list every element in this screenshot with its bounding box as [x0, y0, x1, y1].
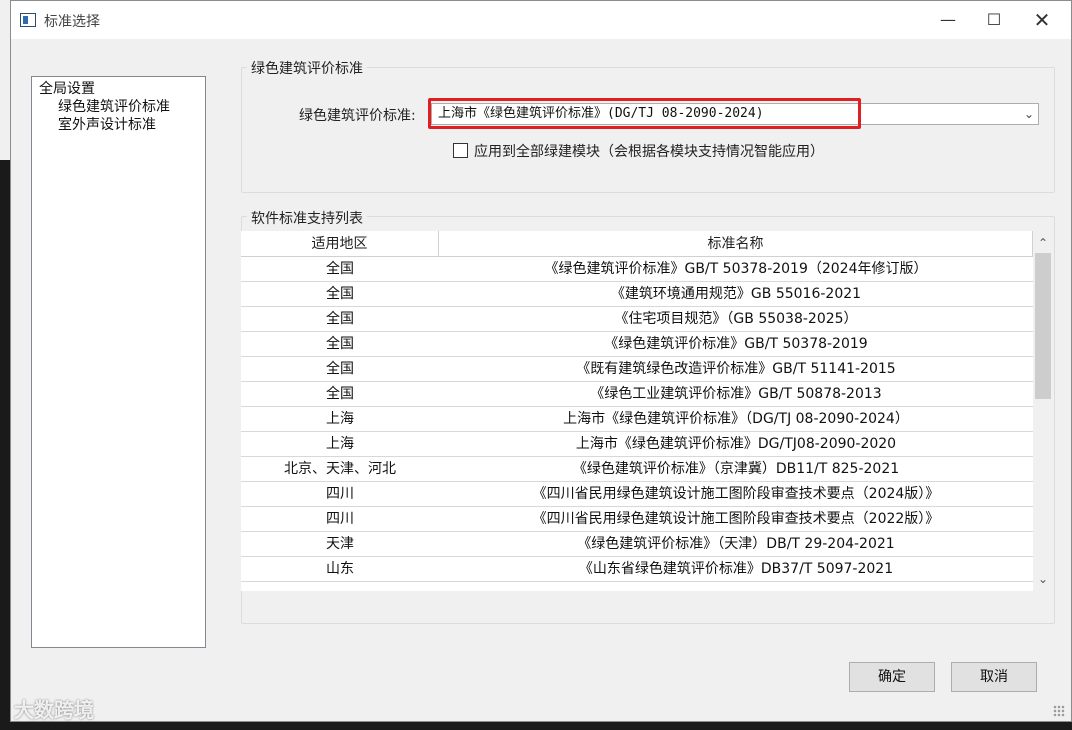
cell-standard-name: 《绿色工业建筑评价标准》GB/T 50878-2013: [590, 386, 882, 402]
maximize-button[interactable]: ☐: [971, 5, 1017, 35]
table-row[interactable]: 全国 《住宅项目规范》（GB 55038-2025）: [241, 307, 1033, 332]
table-row[interactable]: 全国 《绿色建筑评价标准》GB/T 50378-2019（2024年修订版）: [241, 257, 1033, 282]
cell-region: 北京、天津、河北: [284, 461, 396, 477]
scroll-thumb[interactable]: [1035, 253, 1051, 399]
cell-region: 上海: [326, 411, 354, 427]
cell-standard-name: 《建筑环境通用规范》GB 55016-2021: [610, 286, 862, 302]
settings-tree: 全局设置 绿色建筑评价标准 室外声设计标准: [31, 76, 206, 648]
table-row[interactable]: 山东 《山东省绿色建筑评价标准》DB37/T 5097-2021: [241, 557, 1033, 582]
tree-item-green-building-standard[interactable]: 绿色建筑评价标准: [58, 96, 170, 116]
table-row[interactable]: 全国 《既有建筑绿色改造评价标准》GB/T 51141-2015: [241, 357, 1033, 382]
chevron-down-icon[interactable]: ⌄: [1033, 569, 1053, 589]
vertical-scrollbar[interactable]: ⌃ ⌄: [1033, 231, 1053, 591]
table-row[interactable]: 全国 《绿色工业建筑评价标准》GB/T 50878-2013: [241, 382, 1033, 407]
cell-standard-name: 《住宅项目规范》（GB 55038-2025）: [614, 311, 858, 327]
cell-standard-name: 《绿色建筑评价标准》GB/T 50378-2019（2024年修订版）: [544, 261, 928, 277]
cell-region: 四川: [326, 486, 354, 502]
column-header-region[interactable]: 适用地区: [241, 231, 439, 256]
cell-region: 四川: [326, 511, 354, 527]
cell-standard-name: 上海市《绿色建筑评价标准》DG/TJ08-2090-2020: [575, 436, 897, 452]
table-row[interactable]: 天津 《绿色建筑评价标准》（天津）DB/T 29-204-2021: [241, 532, 1033, 557]
table-row[interactable]: 四川 《四川省民用绿色建筑设计施工图阶段审查技术要点（2024版）》: [241, 482, 1033, 507]
cell-region: 上海: [326, 436, 354, 452]
cell-standard-name: 《既有建筑绿色改造评价标准》GB/T 51141-2015: [576, 361, 896, 377]
cell-region: 全国: [326, 286, 354, 302]
table-row[interactable]: 全国 《绿色建筑评价标准》GB/T 50378-2019: [241, 332, 1033, 357]
cell-region: 全国: [326, 311, 354, 327]
support-list-group-title: 软件标准支持列表: [247, 208, 367, 228]
close-button[interactable]: ✕: [1019, 5, 1065, 35]
cell-region: 全国: [326, 336, 354, 352]
ok-button[interactable]: 确定: [849, 662, 935, 692]
cell-standard-name: 《绿色建筑评价标准》GB/T 50378-2019: [604, 336, 868, 352]
table-body: 全国 《绿色建筑评价标准》GB/T 50378-2019（2024年修订版） 全国…: [241, 257, 1033, 582]
cell-standard-name: 《绿色建筑评价标准》（京津冀）DB11/T 825-2021: [572, 461, 900, 477]
cancel-button[interactable]: 取消: [951, 662, 1037, 692]
green-standard-group: [241, 67, 1055, 193]
apply-all-checkbox[interactable]: [453, 143, 468, 158]
cell-standard-name: 《四川省民用绿色建筑设计施工图阶段审查技术要点（2024版）》: [532, 486, 940, 502]
window-title: 标准选择: [44, 14, 100, 30]
resize-grip[interactable]: [1053, 705, 1065, 717]
cell-standard-name: 《山东省绿色建筑评价标准》DB37/T 5097-2021: [578, 561, 894, 577]
cell-region: 全国: [326, 361, 354, 377]
cell-region: 全国: [326, 386, 354, 402]
watermark: 大数跨境: [14, 698, 94, 722]
support-list-table: 适用地区 标准名称 全国 《绿色建筑评价标准》GB/T 50378-2019（20…: [241, 231, 1053, 591]
table-row[interactable]: 上海 上海市《绿色建筑评价标准》（DG/TJ 08-2090-2024）: [241, 407, 1033, 432]
tree-item-global-settings[interactable]: 全局设置: [39, 78, 95, 98]
app-icon: [20, 13, 36, 27]
cell-region: 全国: [326, 261, 354, 277]
table-row[interactable]: 全国 《建筑环境通用规范》GB 55016-2021: [241, 282, 1033, 307]
green-standard-selected-value: 上海市《绿色建筑评价标准》(DG/TJ 08-2090-2024): [438, 106, 764, 121]
chevron-down-icon: ⌄: [1023, 107, 1034, 121]
chevron-up-icon[interactable]: ⌃: [1033, 233, 1053, 253]
cell-standard-name: 上海市《绿色建筑评价标准》（DG/TJ 08-2090-2024）: [563, 411, 909, 427]
green-standard-label: 绿色建筑评价标准:: [299, 108, 416, 124]
table-header: 适用地区 标准名称: [241, 231, 1033, 257]
column-header-standard-name[interactable]: 标准名称: [439, 231, 1033, 256]
apply-all-label: 应用到全部绿建模块（会根据各模块支持情况智能应用）: [474, 144, 824, 160]
green-standard-select[interactable]: 上海市《绿色建筑评价标准》(DG/TJ 08-2090-2024) ⌄: [431, 103, 1039, 125]
standard-selection-dialog: 标准选择 — ☐ ✕ 全局设置 绿色建筑评价标准 室外声设计标准 绿色建筑评价标…: [10, 0, 1072, 722]
title-bar: 标准选择 — ☐ ✕: [11, 1, 1071, 39]
tree-item-outdoor-sound-standard[interactable]: 室外声设计标准: [58, 114, 156, 134]
cell-standard-name: 《四川省民用绿色建筑设计施工图阶段审查技术要点（2022版）》: [532, 511, 940, 527]
table-row[interactable]: 四川 《四川省民用绿色建筑设计施工图阶段审查技术要点（2022版）》: [241, 507, 1033, 532]
green-standard-group-title: 绿色建筑评价标准: [247, 58, 367, 78]
table-row[interactable]: 北京、天津、河北 《绿色建筑评价标准》（京津冀）DB11/T 825-2021: [241, 457, 1033, 482]
cell-standard-name: 《绿色建筑评价标准》（天津）DB/T 29-204-2021: [577, 536, 895, 552]
cell-region: 天津: [326, 536, 354, 552]
table-row[interactable]: 上海 上海市《绿色建筑评价标准》DG/TJ08-2090-2020: [241, 432, 1033, 457]
cell-region: 山东: [326, 561, 354, 577]
minimize-button[interactable]: —: [925, 5, 971, 35]
